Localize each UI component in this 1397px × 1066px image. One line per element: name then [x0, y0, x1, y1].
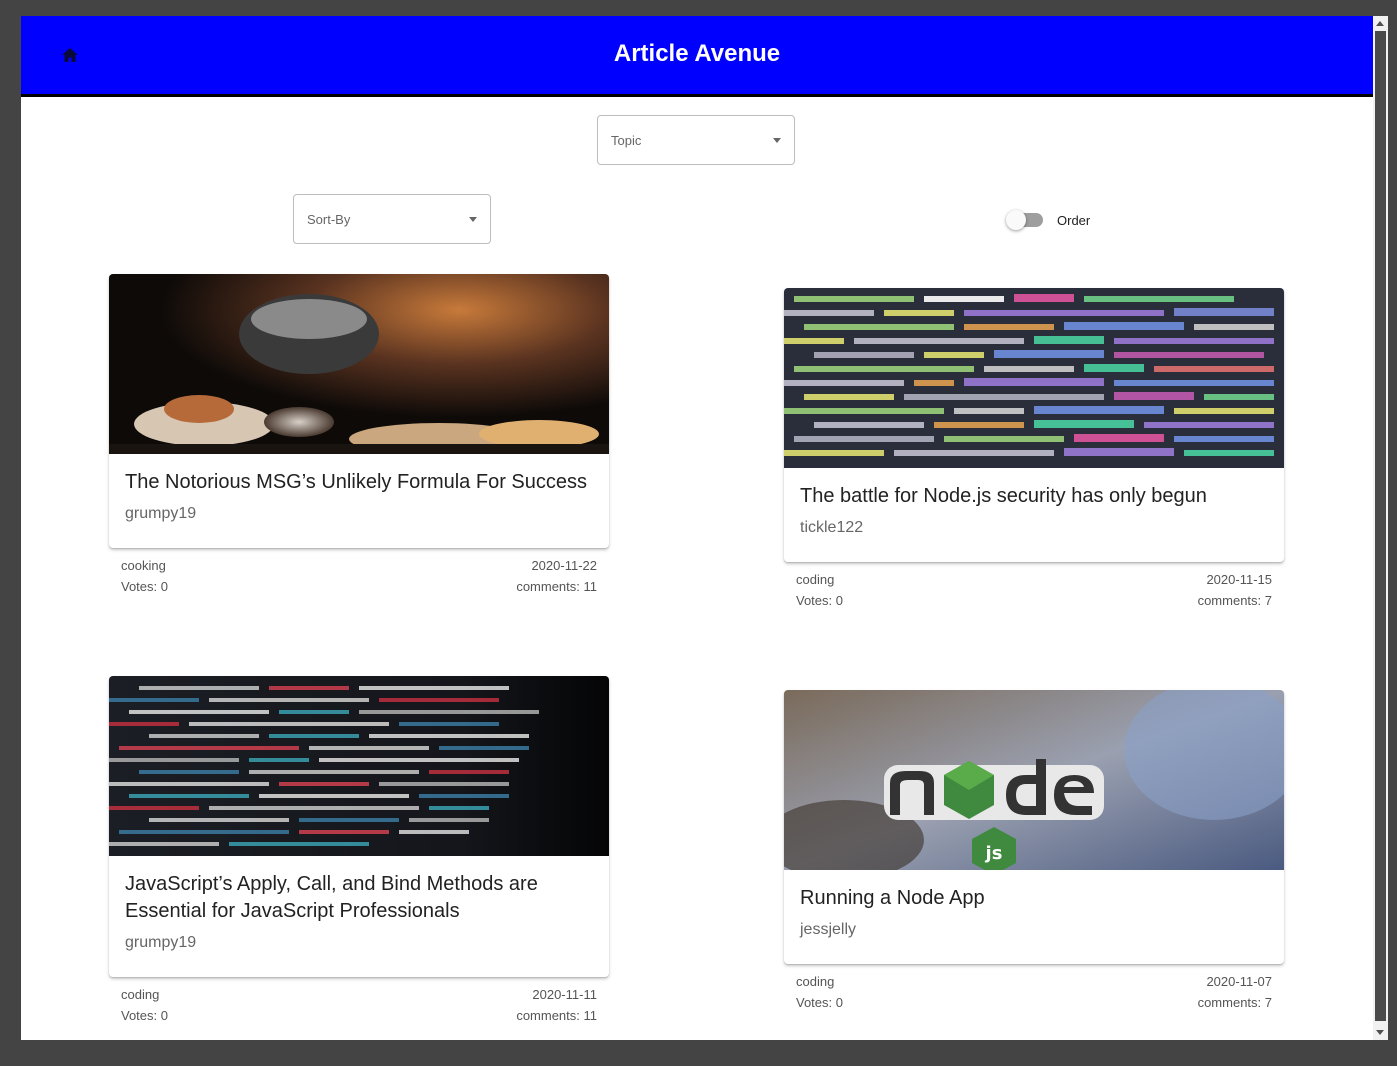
- article-votes: Votes: 0: [121, 579, 168, 594]
- article-card[interactable]: The Notorious MSG’s Unlikely Formula For…: [109, 274, 609, 548]
- article-author: tickle122: [800, 519, 864, 536]
- svg-text:js: js: [985, 843, 1003, 864]
- topic-select-label: Topic: [611, 133, 642, 148]
- article-topic: cooking: [121, 558, 166, 573]
- article-title[interactable]: JavaScript’s Apply, Call, and Bind Metho…: [125, 871, 593, 925]
- page-scrollbar[interactable]: [1373, 16, 1388, 1040]
- cooking-photo: [109, 274, 609, 454]
- article-author: grumpy19: [125, 505, 197, 522]
- chevron-down-icon: [469, 217, 477, 222]
- order-toggle-group: Order: [1006, 209, 1090, 231]
- article-topic: coding: [121, 987, 160, 1002]
- chevron-down-icon: [773, 138, 781, 143]
- article-card[interactable]: The battle for Node.js security has only…: [784, 288, 1284, 562]
- order-switch[interactable]: [1006, 209, 1044, 231]
- article-meta: coding Votes: 0 2020-11-11 comments: 11: [109, 987, 609, 1029]
- article-date: 2020-11-22: [531, 558, 597, 573]
- app-window: Article Avenue Topic Sort-By Order The N…: [21, 16, 1373, 1040]
- article-card[interactable]: JavaScript’s Apply, Call, and Bind Metho…: [109, 676, 609, 977]
- article-comments: comments: 11: [516, 1008, 597, 1023]
- app-title: Article Avenue: [613, 40, 781, 67]
- article-card-block: JavaScript’s Apply, Call, and Bind Metho…: [109, 676, 609, 1029]
- order-label: Order: [1057, 212, 1091, 228]
- article-author: grumpy19: [125, 934, 197, 951]
- article-date: 2020-11-11: [532, 987, 597, 1002]
- scroll-down-arrow-icon[interactable]: [1376, 1030, 1384, 1035]
- article-comments: comments: 7: [1197, 593, 1272, 608]
- scrollbar-thumb[interactable]: [1375, 31, 1386, 1021]
- article-votes: Votes: 0: [796, 593, 843, 608]
- sort-by-select[interactable]: Sort-By: [293, 194, 491, 244]
- node-sticker-photo: js: [784, 690, 1284, 870]
- scroll-up-arrow-icon[interactable]: [1376, 21, 1384, 26]
- article-title[interactable]: Running a Node App: [800, 885, 1268, 912]
- article-date: 2020-11-07: [1206, 974, 1272, 989]
- article-meta: cooking Votes: 0 2020-11-22 comments: 11: [109, 558, 609, 600]
- article-title[interactable]: The battle for Node.js security has only…: [800, 483, 1268, 510]
- article-card-content: The battle for Node.js security has only…: [784, 468, 1284, 562]
- article-card[interactable]: js Running a Node App jessjelly: [784, 690, 1284, 964]
- article-comments: comments: 7: [1197, 995, 1272, 1010]
- article-topic: coding: [796, 974, 835, 989]
- article-topic: coding: [796, 572, 835, 587]
- article-card-block: The Notorious MSG’s Unlikely Formula For…: [109, 274, 609, 600]
- article-votes: Votes: 0: [121, 1008, 168, 1023]
- article-author: jessjelly: [800, 921, 857, 938]
- article-votes: Votes: 0: [796, 995, 843, 1010]
- article-date: 2020-11-15: [1206, 572, 1272, 587]
- code-screen-photo: [784, 288, 1284, 468]
- topic-select[interactable]: Topic: [597, 115, 795, 165]
- article-card-content: The Notorious MSG’s Unlikely Formula For…: [109, 454, 609, 548]
- article-card-content: JavaScript’s Apply, Call, and Bind Metho…: [109, 856, 609, 977]
- article-card-block: The battle for Node.js security has only…: [784, 288, 1284, 614]
- order-switch-thumb[interactable]: [1006, 210, 1026, 230]
- article-card-content: Running a Node App jessjelly: [784, 870, 1284, 964]
- code-screen-dark-photo: [109, 676, 609, 856]
- article-title[interactable]: The Notorious MSG’s Unlikely Formula For…: [125, 469, 593, 496]
- article-card-block: js Running a Node App jessjelly coding V…: [784, 690, 1284, 1016]
- article-meta: coding Votes: 0 2020-11-15 comments: 7: [784, 572, 1284, 614]
- app-bar: Article Avenue: [21, 16, 1373, 97]
- article-comments: comments: 11: [516, 579, 597, 594]
- sort-by-select-label: Sort-By: [307, 212, 351, 227]
- article-meta: coding Votes: 0 2020-11-07 comments: 7: [784, 974, 1284, 1016]
